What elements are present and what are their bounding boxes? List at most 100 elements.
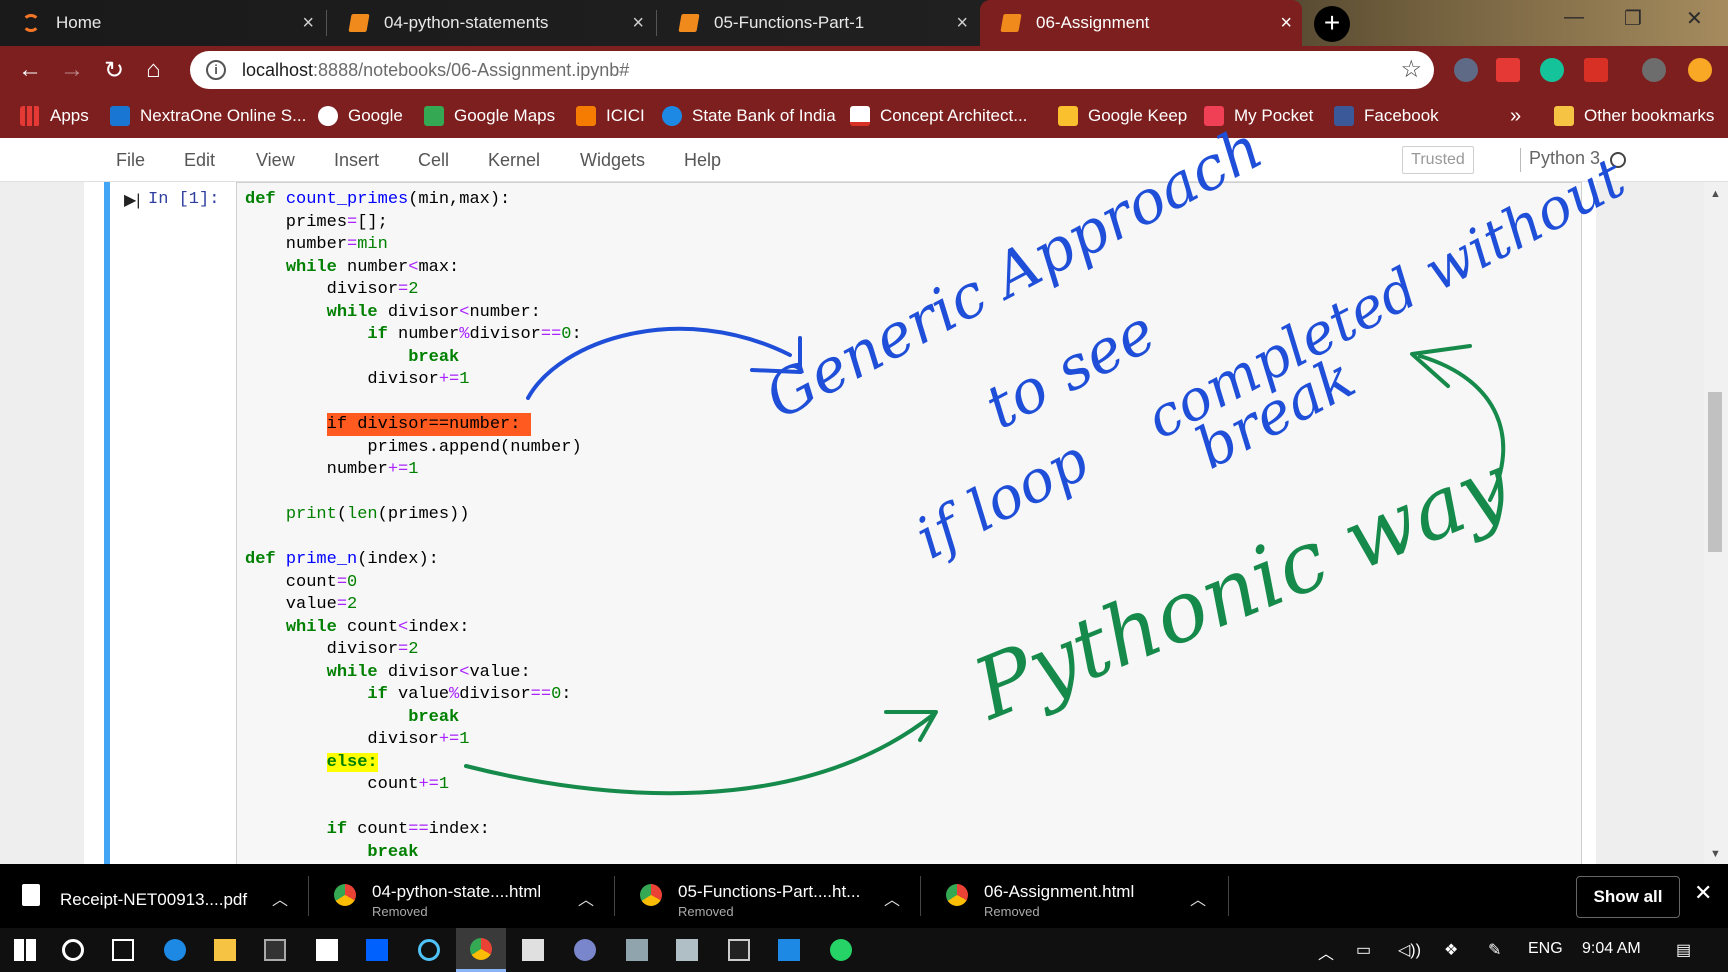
close-tab-icon[interactable]: × <box>302 12 314 35</box>
task-view-button[interactable] <box>98 928 148 972</box>
menu-view[interactable]: View <box>256 150 295 171</box>
forward-icon[interactable]: → <box>60 56 84 84</box>
taskbar-infinity-app[interactable] <box>404 928 454 972</box>
code-line[interactable]: else: <box>245 752 582 775</box>
code-line[interactable]: divisor=2 <box>245 639 582 662</box>
menu-cell[interactable]: Cell <box>418 150 449 171</box>
home-icon[interactable]: ⌂ <box>146 56 161 84</box>
tab-05-functions-part-1[interactable]: 05-Functions-Part-1 × <box>658 0 978 46</box>
bookmarks-overflow-button[interactable]: » <box>1510 94 1521 138</box>
bookmark-google-keep[interactable]: Google Keep <box>1058 94 1187 138</box>
code-line[interactable]: break <box>245 707 582 730</box>
scroll-down-icon[interactable]: ▼ <box>1710 848 1721 860</box>
taskbar-terminal[interactable] <box>714 928 764 972</box>
code-line[interactable]: print(len(primes)) <box>245 504 582 527</box>
grammarly-icon[interactable] <box>1540 58 1564 82</box>
code-cell[interactable]: ▶| In [1]: def count_primes(min,max): pr… <box>104 182 1582 864</box>
volume-icon[interactable]: ◁)) <box>1398 940 1421 960</box>
chevron-up-icon[interactable]: ︿ <box>272 886 288 910</box>
menu-edit[interactable]: Edit <box>184 150 215 171</box>
code-line[interactable]: primes=[]; <box>245 212 582 235</box>
chevron-up-icon[interactable]: ︿ <box>578 886 594 910</box>
menu-file[interactable]: File <box>116 150 145 171</box>
code-line[interactable]: number=min <box>245 234 582 257</box>
code-line[interactable]: number+=1 <box>245 459 582 482</box>
profile-avatar[interactable] <box>1642 58 1666 82</box>
download-item[interactable]: 05-Functions-Part....ht... Removed ︿ <box>618 864 918 928</box>
extension-icon[interactable] <box>1454 58 1478 82</box>
code-line[interactable] <box>245 797 582 820</box>
code-line[interactable] <box>245 527 582 550</box>
code-line[interactable]: def count_primes(min,max): <box>245 189 582 212</box>
code-line[interactable]: count+=1 <box>245 774 582 797</box>
scrollbar-thumb[interactable] <box>1708 392 1722 552</box>
code-line[interactable]: value=2 <box>245 594 582 617</box>
pen-icon[interactable]: ✎ <box>1488 940 1501 960</box>
bookmark-star-icon[interactable]: ☆ <box>1400 55 1422 84</box>
bookmark-nextraone[interactable]: NextraOne Online S... <box>110 94 306 138</box>
search-button[interactable] <box>48 928 98 972</box>
download-item[interactable]: 04-python-state....html Removed ︿ <box>312 864 612 928</box>
bookmark-google[interactable]: Google <box>318 94 403 138</box>
close-tab-icon[interactable]: × <box>1280 12 1292 35</box>
code-lines[interactable]: def count_primes(min,max): primes=[]; nu… <box>245 189 582 864</box>
code-line[interactable]: break <box>245 842 582 865</box>
taskbar-store[interactable] <box>302 928 352 972</box>
menu-help[interactable]: Help <box>684 150 721 171</box>
chevron-up-icon[interactable]: ︿ <box>1318 940 1334 964</box>
bookmark-google-maps[interactable]: Google Maps <box>424 94 555 138</box>
bookmark-icici[interactable]: ICICI <box>576 94 645 138</box>
download-item[interactable]: Receipt-NET00913....pdf ︿ <box>0 864 300 928</box>
taskbar-vscode[interactable] <box>764 928 814 972</box>
language-indicator[interactable]: ENG <box>1528 940 1563 958</box>
taskbar-whatsapp[interactable] <box>816 928 866 972</box>
code-line[interactable]: divisor+=1 <box>245 729 582 752</box>
new-tab-button[interactable]: + <box>1314 6 1350 42</box>
code-line[interactable]: def prime_n(index): <box>245 549 582 572</box>
code-line[interactable]: while divisor<number: <box>245 302 582 325</box>
code-line[interactable]: divisor=2 <box>245 279 582 302</box>
code-line[interactable]: if count==index: <box>245 819 582 842</box>
taskbar-mail[interactable] <box>508 928 558 972</box>
info-icon[interactable]: i <box>206 60 226 80</box>
code-line[interactable]: if value%divisor==0: <box>245 684 582 707</box>
taskbar-app[interactable] <box>662 928 712 972</box>
code-line[interactable]: break <box>245 347 582 370</box>
run-cell-icon[interactable]: ▶| <box>124 190 140 210</box>
code-line[interactable]: primes.append(number) <box>245 437 582 460</box>
code-line[interactable]: divisor+=1 <box>245 369 582 392</box>
minimize-icon[interactable]: — <box>1564 6 1584 29</box>
notifications-icon[interactable]: ▤ <box>1676 940 1691 960</box>
taskbar-file-explorer[interactable] <box>200 928 250 972</box>
bookmark-facebook[interactable]: Facebook <box>1334 94 1439 138</box>
code-line[interactable]: while number<max: <box>245 257 582 280</box>
other-bookmarks[interactable]: Other bookmarks <box>1554 94 1714 138</box>
bookmark-concept-architect[interactable]: Concept Architect... <box>850 94 1027 138</box>
address-bar[interactable]: i localhost :8888/notebooks/06-Assignmen… <box>190 51 1434 89</box>
code-line[interactable]: while count<index: <box>245 617 582 640</box>
menu-kernel[interactable]: Kernel <box>488 150 540 171</box>
taskbar-edge[interactable] <box>150 928 200 972</box>
tab-06-assignment[interactable]: 06-Assignment × <box>980 0 1302 46</box>
dropbox-tray-icon[interactable]: ❖ <box>1444 940 1458 960</box>
bookmark-apps[interactable]: Apps <box>20 94 89 138</box>
reload-icon[interactable]: ↻ <box>104 56 124 85</box>
restore-icon[interactable]: ❐ <box>1624 6 1642 31</box>
taskbar-app[interactable] <box>612 928 662 972</box>
download-item[interactable]: 06-Assignment.html Removed ︿ <box>924 864 1224 928</box>
code-line[interactable]: count=0 <box>245 572 582 595</box>
close-tab-icon[interactable]: × <box>956 12 968 35</box>
menu-widgets[interactable]: Widgets <box>580 150 645 171</box>
gmail-icon[interactable] <box>1584 58 1608 82</box>
code-line[interactable] <box>245 482 582 505</box>
code-line[interactable] <box>245 392 582 415</box>
menu-insert[interactable]: Insert <box>334 150 379 171</box>
chevron-up-icon[interactable]: ︿ <box>884 886 900 910</box>
back-icon[interactable]: ← <box>18 56 42 84</box>
battery-icon[interactable]: ▭ <box>1356 940 1371 960</box>
start-button[interactable] <box>0 928 50 972</box>
taskbar-terminal[interactable] <box>250 928 300 972</box>
close-window-icon[interactable]: ✕ <box>1686 6 1703 31</box>
kernel-name[interactable]: Python 3 <box>1520 148 1600 172</box>
trusted-indicator[interactable]: Trusted <box>1402 146 1474 174</box>
